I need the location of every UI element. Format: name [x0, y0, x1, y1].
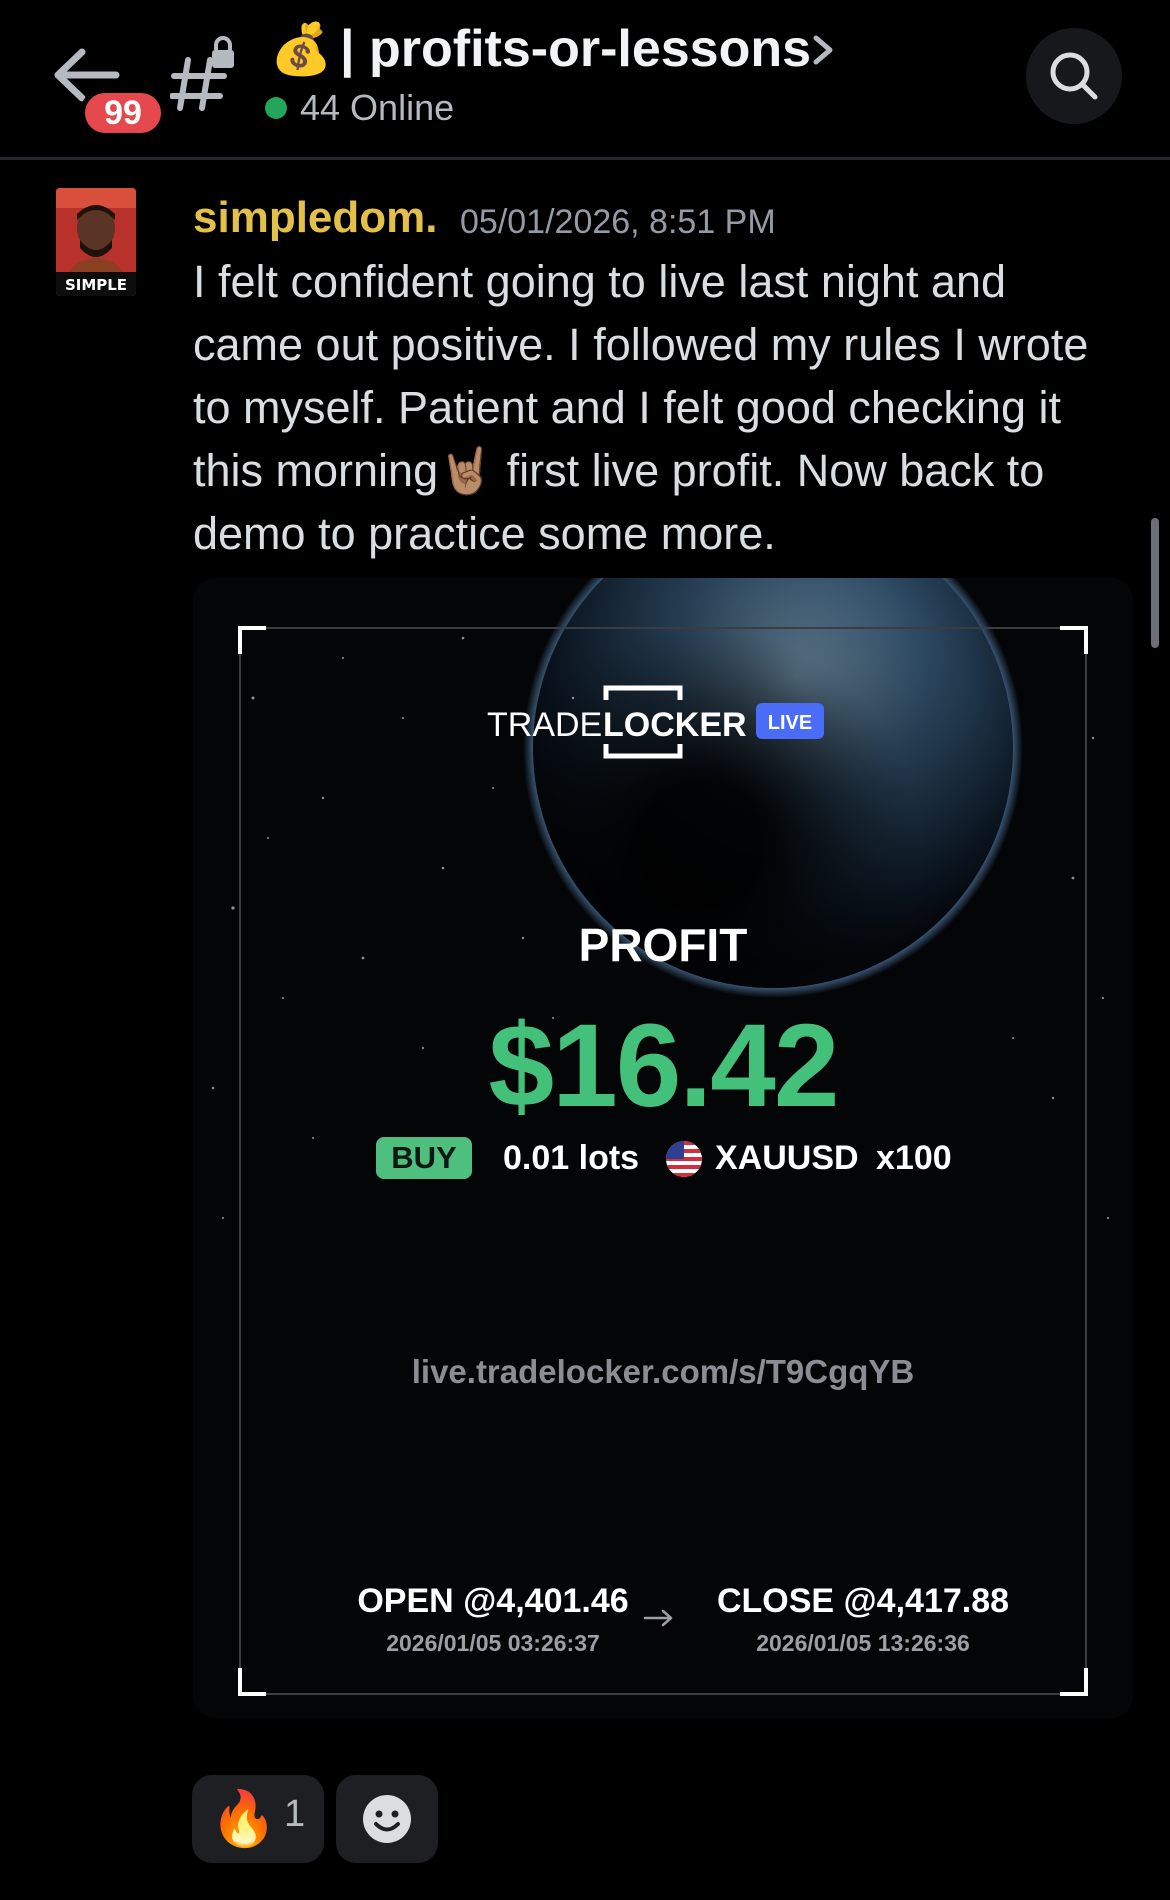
avatar[interactable]: SIMPLE — [56, 188, 136, 296]
us-flag-icon — [666, 1141, 702, 1177]
message-content: I felt confident going to live last nigh… — [193, 250, 1123, 565]
arrow-right-icon — [643, 1609, 673, 1627]
online-count: 44 Online — [300, 87, 455, 128]
open-price: OPEN @4,401.46 — [357, 1582, 629, 1620]
profit-value: $16.42 — [488, 1000, 840, 1132]
brand-left: TRADE — [487, 706, 602, 744]
search-icon — [1050, 52, 1098, 100]
symbol: XAUUSD — [715, 1139, 859, 1177]
open-time: 2026/01/05 03:26:37 — [386, 1630, 600, 1656]
add-reaction-button[interactable] — [336, 1775, 438, 1863]
close-price-block: CLOSE @4,417.88 2026/01/05 13:26:36 — [703, 1578, 1023, 1657]
search-button[interactable] — [1026, 28, 1122, 124]
close-time: 2026/01/05 13:26:36 — [756, 1630, 970, 1656]
lot-size: 0.01 lots — [503, 1139, 640, 1177]
avatar-label: SIMPLE — [65, 276, 127, 294]
locked-channel-icon — [169, 36, 240, 112]
scrollbar[interactable] — [1151, 518, 1159, 648]
message-author[interactable]: simpledom. — [193, 190, 438, 246]
reaction-count: 1 — [284, 1793, 306, 1835]
tradelocker-logo: TRADE LOCKER LIVE — [193, 678, 1133, 768]
share-link: live.tradelocker.com/s/T9CgqYB — [411, 1353, 915, 1390]
chevron-right-icon[interactable] — [808, 30, 838, 70]
money-bag-icon: 💰 — [270, 21, 333, 77]
brand-right: LOCKER — [603, 706, 747, 744]
smiley-icon — [363, 1795, 411, 1843]
channel-header: 99 💰 | profits-or-lessons 44 Online — [0, 0, 1170, 160]
online-status-dot — [265, 97, 287, 119]
trade-share-image[interactable]: TRADE LOCKER LIVE PROFIT $16.42 BUY 0.01… — [193, 578, 1133, 1718]
fire-icon: 🔥 — [210, 1789, 278, 1849]
reaction-fire[interactable]: 🔥 1 — [192, 1775, 324, 1863]
multiplier: x100 — [876, 1139, 952, 1177]
side-badge: BUY — [376, 1137, 472, 1179]
live-tag: LIVE — [768, 712, 812, 734]
trade-details: BUY 0.01 lots XAUUSD x100 — [193, 1135, 1133, 1185]
channel-name[interactable]: | profits-or-lessons — [340, 14, 811, 84]
open-price-block: OPEN @4,401.46 2026/01/05 03:26:37 — [333, 1578, 653, 1657]
rock-hand-emoji: 🤘🏽 — [438, 445, 495, 496]
unread-badge: 99 — [80, 88, 166, 138]
message-timestamp: 05/01/2026, 8:51 PM — [460, 203, 776, 241]
close-price: CLOSE @4,417.88 — [716, 1582, 1010, 1620]
profit-label: PROFIT — [578, 919, 748, 971]
